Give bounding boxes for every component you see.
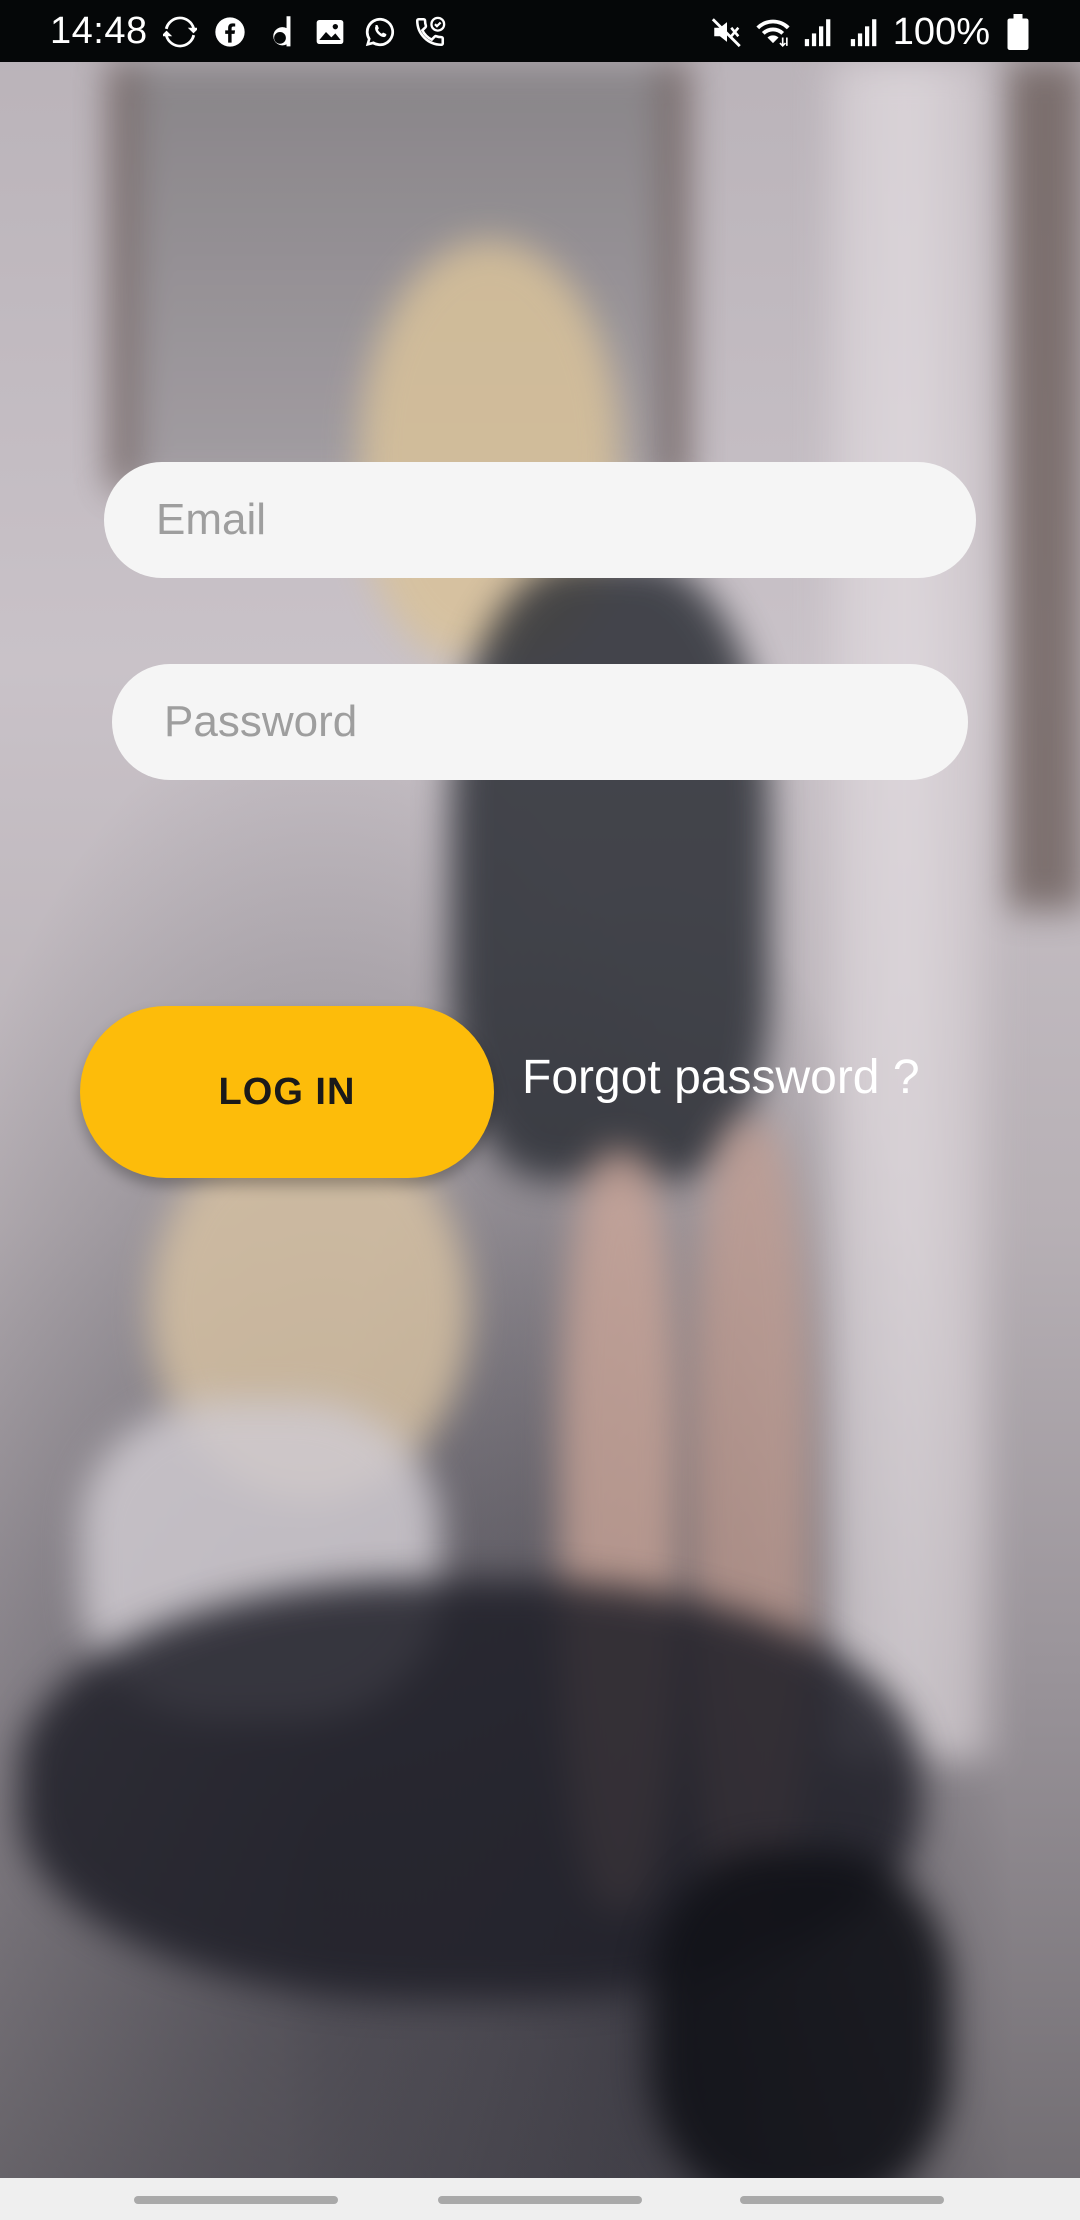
gallery-icon [312,14,348,50]
nav-recent-apps[interactable] [134,2196,338,2204]
signal-icon [847,14,883,50]
email-input[interactable] [104,462,976,578]
wifi-icon [755,14,791,50]
facebook-icon [212,14,248,50]
battery-icon [1000,14,1036,50]
whatsapp-icon [362,14,398,50]
status-bar: 14:48 100% [0,0,1080,62]
forgot-password-link[interactable]: Forgot password ? [522,1046,920,1110]
navigation-bar [0,2178,1080,2220]
mute-icon [709,14,745,50]
notification-icons [162,12,448,52]
sync-icon [162,14,198,50]
login-button[interactable]: LOG IN [80,1006,494,1178]
status-time: 14:48 [50,10,148,52]
d-app-icon [262,14,298,50]
nav-back[interactable] [740,2196,944,2204]
password-input[interactable] [112,664,968,780]
login-screen: 14:48 100% Email LOG IN Forgot password … [0,0,1080,2220]
nav-home[interactable] [438,2196,642,2204]
signal-icon [801,14,837,50]
system-icons: 100% [709,10,1036,54]
battery-percent: 100% [892,11,990,53]
call-icon [412,14,448,50]
